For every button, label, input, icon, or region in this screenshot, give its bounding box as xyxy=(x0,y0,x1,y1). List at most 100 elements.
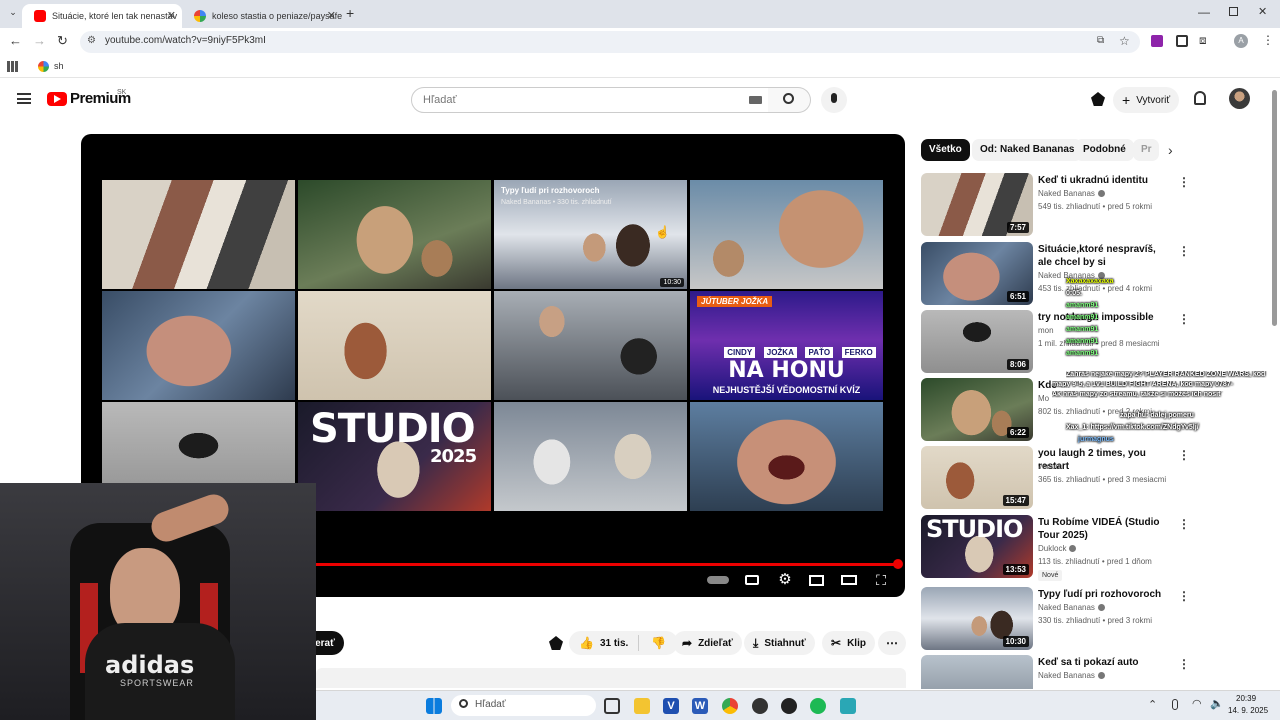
related-thumbnail[interactable]: 7:57 xyxy=(921,173,1033,236)
back-icon[interactable]: ← xyxy=(9,33,22,48)
end-screen-video-tile[interactable] xyxy=(298,291,491,400)
url-text[interactable]: youtube.com/watch?v=9niyF5Pk3mI xyxy=(105,35,266,46)
kebab-menu-icon[interactable]: ⋮ xyxy=(1178,244,1190,258)
related-thumbnail[interactable]: 15:47 xyxy=(921,446,1033,509)
related-title[interactable]: Tu Robíme VIDEÁ (Studio Tour 2025) xyxy=(1038,516,1168,542)
end-screen-video-tile[interactable] xyxy=(102,180,295,289)
related-channel[interactable]: Duklock xyxy=(1038,544,1077,553)
notepad-icon[interactable] xyxy=(840,698,856,714)
word-icon[interactable]: W xyxy=(692,698,708,714)
related-thumbnail[interactable]: 6:22 xyxy=(921,378,1033,441)
tab-search-icon[interactable]: ⌄ xyxy=(6,7,20,21)
related-channel[interactable]: venom xyxy=(1038,462,1062,471)
like-button[interactable]: 👍 31 tis. xyxy=(569,635,640,651)
site-info-icon[interactable]: ⚙ xyxy=(87,35,96,46)
clock-date[interactable]: 14. 9. 2025 xyxy=(1228,706,1268,715)
end-screen-video-tile[interactable] xyxy=(494,291,687,400)
more-actions-button[interactable]: ⋯ xyxy=(878,631,906,655)
premium-extension-icon[interactable] xyxy=(549,636,563,650)
theater-mode-icon[interactable] xyxy=(841,573,857,587)
related-title[interactable]: Keď ti ukradnú identitu xyxy=(1038,174,1168,187)
profile-avatar[interactable]: A xyxy=(1234,34,1248,48)
taskbar-search-box[interactable]: Hľadať xyxy=(451,695,596,716)
maximize-icon[interactable] xyxy=(1229,7,1238,16)
clock-time[interactable]: 20:39 xyxy=(1236,694,1256,703)
extensions-puzzle-icon[interactable]: ⧈ xyxy=(1199,33,1207,48)
file-explorer-icon[interactable] xyxy=(634,698,650,714)
premium-extension-icon[interactable] xyxy=(1091,92,1105,106)
related-channel[interactable]: Mo xyxy=(1038,394,1049,403)
end-screen-video-tile[interactable]: STUDIO 2025 xyxy=(298,402,491,511)
related-video[interactable]: 15:47 you laugh 2 times, you restart ven… xyxy=(921,446,1201,510)
subtitles-icon[interactable] xyxy=(745,573,761,587)
close-window-icon[interactable]: ✕ xyxy=(1258,5,1267,18)
apps-grid-icon[interactable] xyxy=(7,61,18,72)
microphone-tray-icon[interactable] xyxy=(1172,699,1178,710)
bookmark-star-icon[interactable]: ☆ xyxy=(1119,34,1130,48)
bookmark-google-icon[interactable] xyxy=(38,61,49,72)
close-tab-icon[interactable]: ✕ xyxy=(167,9,176,22)
clip-button[interactable]: ✂ Klip xyxy=(822,631,875,655)
account-avatar[interactable] xyxy=(1229,88,1250,109)
tray-overflow-icon[interactable]: ⌃ xyxy=(1148,698,1157,711)
related-thumbnail[interactable] xyxy=(921,655,1033,689)
related-channel[interactable]: mon xyxy=(1038,326,1054,335)
share-button[interactable]: ➦ Zdieľať xyxy=(673,631,742,655)
browser-menu-icon[interactable]: ⋮ xyxy=(1262,33,1274,47)
autoplay-toggle[interactable] xyxy=(707,573,729,587)
obs-icon[interactable] xyxy=(781,698,797,714)
windows-start-icon[interactable] xyxy=(426,698,442,714)
related-channel[interactable]: Naked Bananas xyxy=(1038,189,1105,198)
chevron-right-icon[interactable]: › xyxy=(1168,142,1173,158)
wifi-icon[interactable]: ◠ xyxy=(1192,697,1202,710)
end-screen-video-tile[interactable] xyxy=(494,402,687,511)
miniplayer-icon[interactable] xyxy=(809,573,825,587)
kebab-menu-icon[interactable]: ⋮ xyxy=(1178,517,1190,531)
create-button[interactable]: + Vytvoriť xyxy=(1113,87,1180,113)
browser-tab[interactable]: koleso stastia o peniaze/paysafe ✕ xyxy=(182,4,342,28)
related-thumbnail[interactable]: 6:51 xyxy=(921,242,1033,305)
youtube-logo-icon[interactable] xyxy=(47,92,67,106)
end-screen-video-tile[interactable] xyxy=(690,402,883,511)
close-tab-icon[interactable]: ✕ xyxy=(327,9,336,22)
forward-icon[interactable]: → xyxy=(33,33,46,48)
end-screen-video-tile[interactable]: JÚTUBER JOŽKA CINDY JOŽKA PAŤO FERKO NA … xyxy=(690,291,883,400)
reload-icon[interactable]: ↻ xyxy=(57,33,68,49)
description-box[interactable] xyxy=(316,668,906,688)
notifications-bell-icon[interactable] xyxy=(1194,91,1206,105)
task-view-icon[interactable] xyxy=(604,698,620,714)
related-video[interactable]: STUDIO 13:53 Tu Robíme VIDEÁ (Studio Tou… xyxy=(921,515,1201,581)
chrome-icon[interactable] xyxy=(722,698,738,714)
related-video[interactable]: 10:30 Typy ľudí pri rozhovoroch Naked Ba… xyxy=(921,587,1201,651)
related-channel[interactable]: Naked Bananas xyxy=(1038,671,1105,680)
chip-related[interactable]: Podobné xyxy=(1075,139,1134,161)
progress-scrubber[interactable] xyxy=(893,559,903,569)
extension-icon[interactable] xyxy=(1151,35,1163,47)
download-button[interactable]: ⤓ Stiahnuť xyxy=(744,631,815,655)
bookmark-label[interactable]: sh xyxy=(54,61,64,71)
spotify-icon[interactable] xyxy=(810,698,826,714)
new-tab-icon[interactable]: + xyxy=(346,5,354,21)
kebab-menu-icon[interactable]: ⋮ xyxy=(1178,657,1190,671)
install-app-icon[interactable]: ⧉ xyxy=(1097,35,1104,46)
omnibox[interactable]: ⚙ youtube.com/watch?v=9niyF5Pk3mI ⧉ ☆ xyxy=(80,31,1140,53)
related-title[interactable]: Situácie,ktoré nespravíš, ale chcel by s… xyxy=(1038,243,1168,269)
end-screen-video-tile[interactable]: Typy ľudí pri rozhovoroch Naked Bananas … xyxy=(494,180,687,289)
kebab-menu-icon[interactable]: ⋮ xyxy=(1178,589,1190,603)
extension-icon[interactable] xyxy=(1176,35,1188,47)
related-thumbnail[interactable]: 10:30 xyxy=(921,587,1033,650)
related-video[interactable]: 7:57 Keď ti ukradnú identitu Naked Banan… xyxy=(921,173,1201,237)
search-button[interactable] xyxy=(768,87,811,113)
related-video[interactable]: 6:51 Situácie,ktoré nespravíš, ale chcel… xyxy=(921,242,1201,306)
kebab-menu-icon[interactable]: ⋮ xyxy=(1178,312,1190,326)
headset-app-icon[interactable] xyxy=(752,698,768,714)
related-channel[interactable]: Naked Bananas xyxy=(1038,603,1105,612)
related-title[interactable]: try not laugh impossible xyxy=(1038,311,1168,324)
end-screen-video-tile[interactable] xyxy=(102,291,295,400)
related-video[interactable]: 8:06 try not laugh impossible mon 1 mil.… xyxy=(921,310,1201,374)
minimize-icon[interactable]: — xyxy=(1198,5,1210,19)
related-thumbnail[interactable]: 8:06 xyxy=(921,310,1033,373)
related-video[interactable]: Keď sa ti pokazí auto Naked Bananas ⋮ xyxy=(921,655,1201,689)
voice-search-button[interactable] xyxy=(821,87,847,113)
related-title[interactable]: Keď sa ti pokazí auto xyxy=(1038,656,1168,669)
